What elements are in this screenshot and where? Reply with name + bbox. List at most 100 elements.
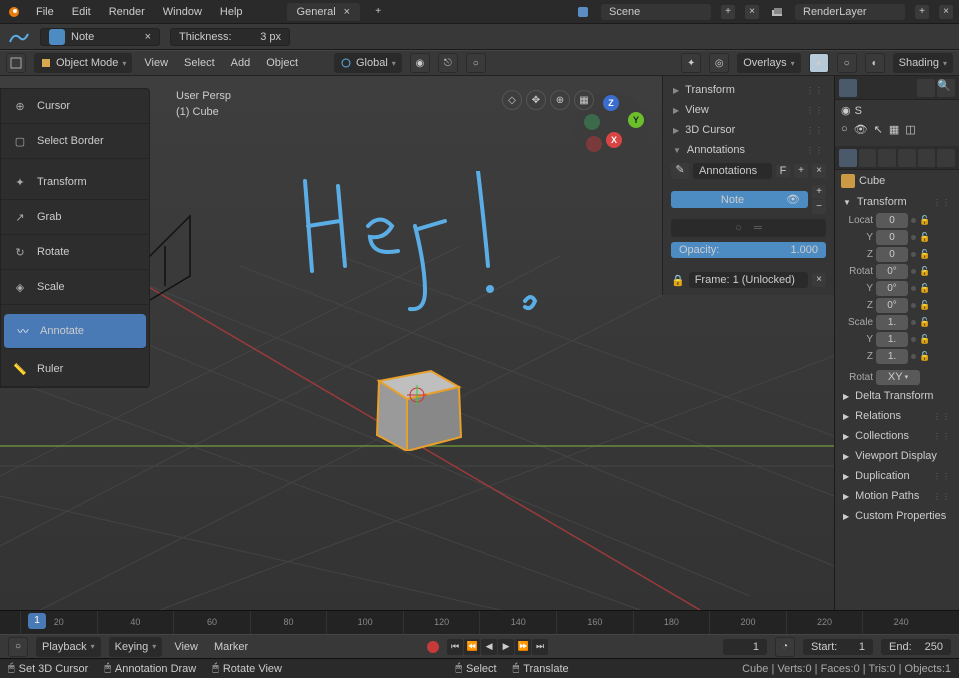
menu-edit[interactable]: Edit bbox=[68, 4, 95, 20]
holdout-icon[interactable]: ▦ bbox=[889, 123, 899, 136]
npanel-3dcursor[interactable]: 3D Cursor ⋮⋮ bbox=[663, 120, 834, 140]
tool-ruler[interactable]: 📏 Ruler bbox=[1, 352, 149, 387]
scale-z-field[interactable]: 1. bbox=[876, 349, 908, 364]
color-swatch[interactable] bbox=[49, 29, 65, 45]
editor-type-timeline[interactable]: ○ bbox=[8, 637, 28, 657]
prop-section-transform[interactable]: ▼ Transform ⋮⋮ bbox=[835, 192, 959, 212]
outliner-mode-button[interactable] bbox=[839, 79, 857, 97]
loc-x-field[interactable]: 0 bbox=[876, 213, 908, 228]
rot-x-field[interactable]: 0° bbox=[876, 264, 908, 279]
tool-rotate[interactable]: ↻ Rotate bbox=[1, 235, 149, 270]
layer-add-button[interactable]: + bbox=[812, 185, 826, 199]
orientation-selector[interactable]: Global bbox=[334, 53, 402, 73]
close-icon[interactable]: × bbox=[344, 6, 350, 18]
jump-end-button[interactable]: ⏭ bbox=[532, 639, 548, 655]
npanel-view[interactable]: View ⋮⋮ bbox=[663, 100, 834, 120]
header-select[interactable]: Select bbox=[180, 55, 219, 71]
annotation-layer-active[interactable]: Note 👁 bbox=[671, 191, 808, 208]
prop-section-collections[interactable]: ▶Collections⋮⋮ bbox=[835, 426, 959, 446]
scale-x-field[interactable]: 1. bbox=[876, 315, 908, 330]
shading-wire-button[interactable]: ○ bbox=[837, 53, 857, 73]
prop-tab-6[interactable] bbox=[937, 149, 955, 167]
snap-button[interactable]: ⎋ bbox=[438, 53, 458, 73]
preview-range-button[interactable]: ◔ bbox=[775, 637, 795, 657]
add-workspace-button[interactable]: + bbox=[370, 4, 386, 20]
fake-user-button[interactable]: F bbox=[776, 165, 790, 177]
show-gizmo-button[interactable]: ✦ bbox=[681, 53, 701, 73]
workspace-tab-general[interactable]: General × bbox=[287, 3, 361, 21]
lock-icon[interactable]: 🔓 bbox=[919, 300, 931, 311]
auto-key-button[interactable] bbox=[427, 641, 439, 653]
header-object[interactable]: Object bbox=[262, 55, 302, 71]
renderlayer-add-button[interactable]: + bbox=[915, 5, 929, 19]
keyframe-next-button[interactable]: ⏩ bbox=[515, 639, 531, 655]
remove-button[interactable]: × bbox=[812, 164, 826, 178]
scene-add-button[interactable]: + bbox=[721, 5, 735, 19]
timeline[interactable]: 20406080100120140160180200220240 1 bbox=[0, 610, 959, 634]
prop-tab-object[interactable] bbox=[839, 149, 857, 167]
restrict-select-icon[interactable]: ○ bbox=[841, 123, 848, 136]
prop-section-delta[interactable]: ▶Delta Transform bbox=[835, 386, 959, 406]
lock-icon[interactable]: 🔓 bbox=[919, 215, 931, 226]
prop-section-custom-props[interactable]: ▶Custom Properties bbox=[835, 506, 959, 526]
rot-y-field[interactable]: 0° bbox=[876, 281, 908, 296]
restrict-view-icon[interactable]: 👁 bbox=[854, 123, 868, 136]
rot-z-field[interactable]: 0° bbox=[876, 298, 908, 313]
pencil-icon[interactable]: ✎ bbox=[671, 163, 689, 179]
frame-lock-field[interactable]: Frame: 1 (Unlocked) bbox=[689, 272, 808, 288]
gizmo-x[interactable]: X bbox=[606, 132, 622, 148]
prop-section-viewport-display[interactable]: ▶Viewport Display bbox=[835, 446, 959, 466]
jump-start-button[interactable]: ⏮ bbox=[447, 639, 463, 655]
editor-type-selector[interactable] bbox=[6, 53, 26, 73]
header-view[interactable]: View bbox=[140, 55, 172, 71]
keyframe-prev-button[interactable]: ⏪ bbox=[464, 639, 480, 655]
npanel-annotations[interactable]: Annotations ⋮⋮ bbox=[663, 140, 834, 160]
lock-icon[interactable]: 🔓 bbox=[919, 266, 931, 277]
current-frame-field[interactable]: 1 bbox=[723, 639, 767, 655]
loc-z-field[interactable]: 0 bbox=[876, 247, 908, 262]
add-button[interactable]: + bbox=[794, 164, 808, 178]
menu-file[interactable]: File bbox=[32, 4, 58, 20]
prop-tab-3[interactable] bbox=[878, 149, 896, 167]
annotation-datablock[interactable]: Annotations bbox=[693, 163, 772, 179]
timeline-current-frame[interactable]: 1 bbox=[28, 613, 46, 629]
overlays-dropdown[interactable]: Overlays bbox=[737, 53, 800, 73]
tool-annotate[interactable]: 〰 Annotate bbox=[4, 314, 146, 349]
opacity-slider[interactable]: Opacity: 1.000 bbox=[671, 242, 826, 258]
restrict-render-icon[interactable]: ↖ bbox=[874, 123, 883, 136]
start-frame-field[interactable]: Start: 1 bbox=[803, 639, 873, 655]
play-reverse-button[interactable]: ◀ bbox=[481, 639, 497, 655]
playback-menu[interactable]: Playback bbox=[36, 637, 101, 657]
tl-view-menu[interactable]: View bbox=[170, 639, 202, 655]
camera-view-button[interactable]: ◇ bbox=[502, 90, 522, 110]
overlays-icon[interactable]: ◎ bbox=[709, 53, 729, 73]
npanel-transform[interactable]: Transform ⋮⋮ bbox=[663, 80, 834, 100]
eye-icon[interactable]: 👁 bbox=[786, 193, 800, 206]
gizmo-neg-x[interactable] bbox=[586, 136, 602, 152]
play-button[interactable]: ▶ bbox=[498, 639, 514, 655]
filter-button[interactable] bbox=[917, 79, 935, 97]
search-button[interactable]: 🔍 bbox=[937, 79, 955, 97]
lock-icon[interactable]: 🔓 bbox=[919, 283, 931, 294]
tool-transform[interactable]: ✦ Transform bbox=[1, 165, 149, 200]
tool-scale[interactable]: ◈ Scale bbox=[1, 270, 149, 305]
proportional-button[interactable]: ○ bbox=[466, 53, 486, 73]
gizmo-y[interactable]: Y bbox=[628, 112, 644, 128]
indirect-icon[interactable]: ◫ bbox=[905, 123, 915, 136]
prop-section-relations[interactable]: ▶Relations⋮⋮ bbox=[835, 406, 959, 426]
viewport-3d[interactable]: Z Y X ◇ ✥ ⊕ ▦ User Persp (1) Cube ⊕ Curs… bbox=[0, 76, 834, 610]
scene-selector[interactable]: Scene bbox=[601, 4, 711, 20]
rotation-mode-dropdown[interactable]: XY▾ bbox=[876, 370, 920, 385]
shading-solid-button[interactable]: ● bbox=[809, 53, 829, 73]
tool-cursor[interactable]: ⊕ Cursor bbox=[1, 89, 149, 124]
tool-select-border[interactable]: ▢ Select Border bbox=[1, 124, 149, 159]
gizmo-neg-y[interactable] bbox=[584, 114, 600, 130]
end-frame-field[interactable]: End: 250 bbox=[881, 639, 951, 655]
menu-help[interactable]: Help bbox=[216, 4, 247, 20]
scale-y-field[interactable]: 1. bbox=[876, 332, 908, 347]
lock-icon[interactable]: 🔓 bbox=[919, 249, 931, 260]
ortho-button[interactable]: ▦ bbox=[574, 90, 594, 110]
keying-menu[interactable]: Keying bbox=[109, 637, 163, 657]
menu-render[interactable]: Render bbox=[105, 4, 149, 20]
scene-close-button[interactable]: × bbox=[745, 5, 759, 19]
